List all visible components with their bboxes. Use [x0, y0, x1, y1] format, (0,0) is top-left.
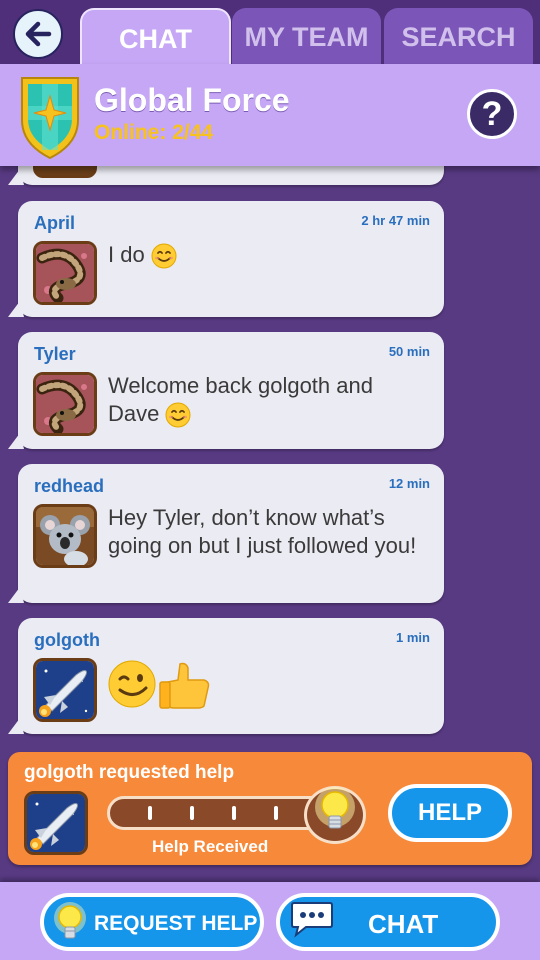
tab-my-team[interactable]: MY TEAM — [232, 8, 381, 64]
shuttle-avatar[interactable] — [24, 791, 88, 855]
avatar — [33, 166, 97, 178]
chat-message: April 2 hr 47 min I do — [8, 201, 444, 317]
shuttle-avatar[interactable] — [33, 658, 97, 722]
smile-emoji-icon — [151, 243, 177, 269]
bottom-action-bar: REQUEST HELP CHAT — [0, 882, 540, 960]
message-text: I do — [108, 242, 145, 267]
space-shuttle-icon — [36, 661, 94, 719]
message-text-row — [108, 658, 428, 710]
progress-tick — [274, 806, 278, 820]
progress-goal — [304, 786, 366, 844]
help-request-card: golgoth requested help Help Received HEL… — [8, 752, 532, 865]
chat-bubble-icon — [291, 902, 333, 938]
message-sender: redhead — [34, 476, 105, 496]
app-screen: CHAT MY TEAM SEARCH Global Force Online:… — [0, 0, 540, 960]
message-time: 1 min — [396, 630, 430, 645]
message-time: 50 min — [388, 344, 430, 359]
back-arrow-icon — [25, 21, 52, 47]
bubble-tail — [8, 718, 24, 734]
message-time: 2 hr 47 min — [361, 213, 430, 228]
top-tab-bar: CHAT MY TEAM SEARCH — [0, 0, 540, 64]
message-text-row: I do — [108, 241, 428, 269]
space-shuttle-icon — [27, 794, 85, 852]
bubble-tail — [8, 301, 24, 317]
message-text: Welcome back golgoth and Dave — [108, 373, 373, 426]
help-question-button[interactable]: ? — [467, 89, 517, 139]
help-button[interactable]: HELP — [388, 784, 512, 842]
lightbulb-icon — [54, 902, 86, 939]
request-help-button[interactable]: REQUEST HELP — [40, 893, 264, 951]
message-time: 12 min — [388, 476, 430, 491]
chat-button-label: CHAT — [368, 909, 439, 939]
help-progress-bar — [107, 796, 331, 830]
message-text-row: Welcome back golgoth and Dave — [108, 372, 428, 428]
message-sender: Tyler — [34, 344, 76, 364]
online-label: Online: — [94, 121, 167, 144]
bubble-tail — [8, 169, 24, 185]
message-sender: golgoth — [34, 630, 100, 650]
help-request-title: golgoth requested help — [24, 762, 235, 783]
online-count: 2/44 — [172, 121, 214, 144]
tab-search[interactable]: SEARCH — [384, 8, 533, 64]
snake-avatar[interactable] — [33, 241, 97, 305]
back-button[interactable] — [13, 9, 63, 59]
chat-message: Tyler 50 min Welcome back golgoth and Da… — [8, 332, 444, 449]
team-shield-icon — [21, 77, 79, 160]
wink-thumbs-up-emoji-icon — [108, 660, 210, 709]
chat-message: golgoth 1 min — [8, 618, 444, 734]
chat-button[interactable]: CHAT — [276, 893, 500, 951]
chat-message-partial — [8, 166, 444, 185]
bubble-tail — [8, 587, 24, 603]
team-header: Global Force Online: 2/44 ? — [0, 64, 540, 166]
koala-avatar[interactable] — [33, 504, 97, 568]
team-name: Global Force — [94, 82, 290, 118]
chat-message: redhead 12 min Hey Tyler, don’t know wha… — [8, 464, 444, 603]
snake-avatar[interactable] — [33, 372, 97, 436]
smile-emoji-icon — [165, 402, 191, 428]
online-status: Online: 2/44 — [94, 121, 213, 145]
tab-chat[interactable]: CHAT — [80, 8, 231, 64]
progress-tick — [190, 806, 194, 820]
snake-icon — [36, 375, 94, 433]
help-received-label: Help Received — [152, 837, 269, 856]
message-text: Hey Tyler, don’t know what’s going on bu… — [108, 505, 417, 558]
request-help-label: REQUEST HELP — [94, 912, 258, 935]
koala-icon — [36, 507, 94, 565]
bubble-tail — [8, 433, 24, 449]
snake-icon — [36, 244, 94, 302]
message-sender: April — [34, 213, 76, 233]
progress-tick — [148, 806, 152, 820]
progress-tick — [232, 806, 236, 820]
lightbulb-icon — [315, 787, 355, 829]
